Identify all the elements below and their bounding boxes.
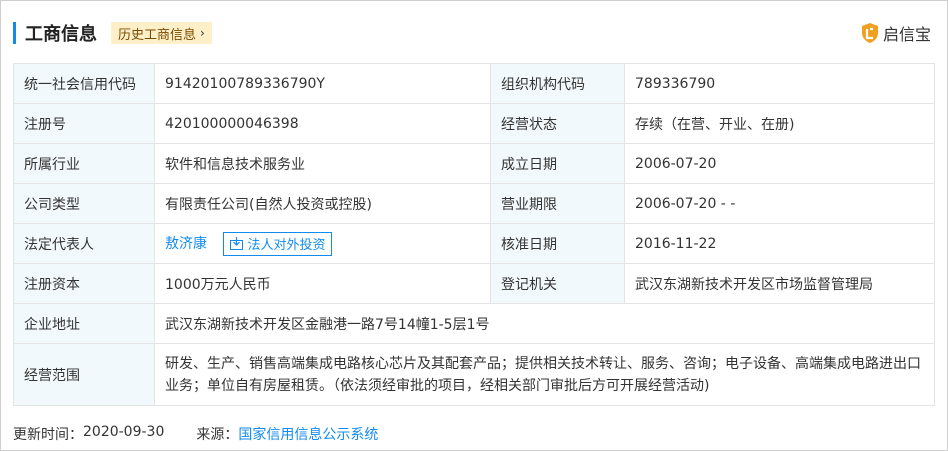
title-accent-bar bbox=[13, 22, 16, 44]
chevron-right-icon: › bbox=[200, 26, 205, 40]
legal-rep-cell: 敖济康 法人对外投资 bbox=[154, 223, 491, 264]
business-info-table: 统一社会信用代码 91420100789336790Y 组织机构代码 78933… bbox=[13, 63, 935, 406]
approved-date-label: 核准日期 bbox=[490, 223, 625, 264]
business-term-label: 营业期限 bbox=[490, 183, 625, 224]
capital-label: 注册资本 bbox=[13, 263, 155, 304]
download-box-icon bbox=[230, 237, 244, 250]
business-info-panel: 工商信息 历史工商信息 › 启信宝 统一社会信用代码 9142010078933… bbox=[0, 0, 948, 451]
history-business-info-button[interactable]: 历史工商信息 › bbox=[111, 22, 212, 44]
source-label: 来源： bbox=[196, 427, 239, 443]
brand-logo: 启信宝 bbox=[861, 19, 931, 47]
status-label: 经营状态 bbox=[490, 103, 625, 144]
approved-date-value: 2016-11-22 bbox=[624, 223, 935, 264]
footer: 更新时间： 2020-09-30 来源： 国家信用信息公示系统 bbox=[13, 424, 378, 444]
source-link[interactable]: 国家信用信息公示系统 bbox=[238, 424, 378, 444]
scope-label: 经营范围 bbox=[13, 343, 155, 406]
scope-value: 研发、生产、销售高端集成电路核心芯片及其配套产品；提供相关技术转让、服务、咨询；… bbox=[154, 343, 935, 406]
reg-no-label: 注册号 bbox=[13, 103, 155, 144]
table-row: 注册资本 1000万元人民币 登记机关 武汉东湖新技术开发区市场监督管理局 bbox=[13, 263, 935, 304]
address-label: 企业地址 bbox=[13, 303, 155, 344]
authority-label: 登记机关 bbox=[490, 263, 625, 304]
table-row: 法定代表人 敖济康 法人对外投资 核准日期 2016-11-22 bbox=[13, 223, 935, 264]
legal-invest-button[interactable]: 法人对外投资 bbox=[223, 231, 333, 256]
capital-value: 1000万元人民币 bbox=[154, 263, 491, 304]
legal-invest-label: 法人对外投资 bbox=[247, 238, 326, 253]
section-title: 工商信息 bbox=[25, 24, 97, 45]
authority-value: 武汉东湖新技术开发区市场监督管理局 bbox=[624, 263, 935, 304]
org-code-value: 789336790 bbox=[624, 63, 935, 104]
company-type-label: 公司类型 bbox=[13, 183, 155, 224]
legal-rep-label: 法定代表人 bbox=[13, 223, 155, 264]
brand-name: 启信宝 bbox=[882, 25, 931, 44]
credit-code-value: 91420100789336790Y bbox=[154, 63, 491, 104]
industry-value: 软件和信息技术服务业 bbox=[154, 143, 491, 184]
address-value: 武汉东湖新技术开发区金融港一路7号14幢1-5层1号 bbox=[154, 303, 935, 344]
table-row: 所属行业 软件和信息技术服务业 成立日期 2006-07-20 bbox=[13, 143, 935, 184]
table-row: 注册号 420100000046398 经营状态 存续（在营、开业、在册) bbox=[13, 103, 935, 144]
updated-value: 2020-09-30 bbox=[83, 424, 165, 440]
legal-rep-link[interactable]: 敖济康 bbox=[165, 236, 207, 252]
status-value: 存续（在营、开业、在册) bbox=[624, 103, 935, 144]
business-term-value: 2006-07-20 - - bbox=[624, 183, 935, 224]
table-row: 企业地址 武汉东湖新技术开发区金融港一路7号14幢1-5层1号 bbox=[13, 303, 935, 344]
table-row: 统一社会信用代码 91420100789336790Y 组织机构代码 78933… bbox=[13, 63, 935, 104]
org-code-label: 组织机构代码 bbox=[490, 63, 625, 104]
company-type-value: 有限责任公司(自然人投资或控股) bbox=[154, 183, 491, 224]
section-header: 工商信息 历史工商信息 › bbox=[13, 19, 212, 47]
table-row: 经营范围 研发、生产、销售高端集成电路核心芯片及其配套产品；提供相关技术转让、服… bbox=[13, 343, 935, 406]
shield-logo-icon bbox=[861, 23, 878, 43]
updated-label: 更新时间： bbox=[13, 427, 83, 443]
founded-value: 2006-07-20 bbox=[624, 143, 935, 184]
history-button-label: 历史工商信息 bbox=[118, 27, 197, 43]
table-row: 公司类型 有限责任公司(自然人投资或控股) 营业期限 2006-07-20 - … bbox=[13, 183, 935, 224]
credit-code-label: 统一社会信用代码 bbox=[13, 63, 155, 104]
industry-label: 所属行业 bbox=[13, 143, 155, 184]
reg-no-value: 420100000046398 bbox=[154, 103, 491, 144]
founded-label: 成立日期 bbox=[490, 143, 625, 184]
